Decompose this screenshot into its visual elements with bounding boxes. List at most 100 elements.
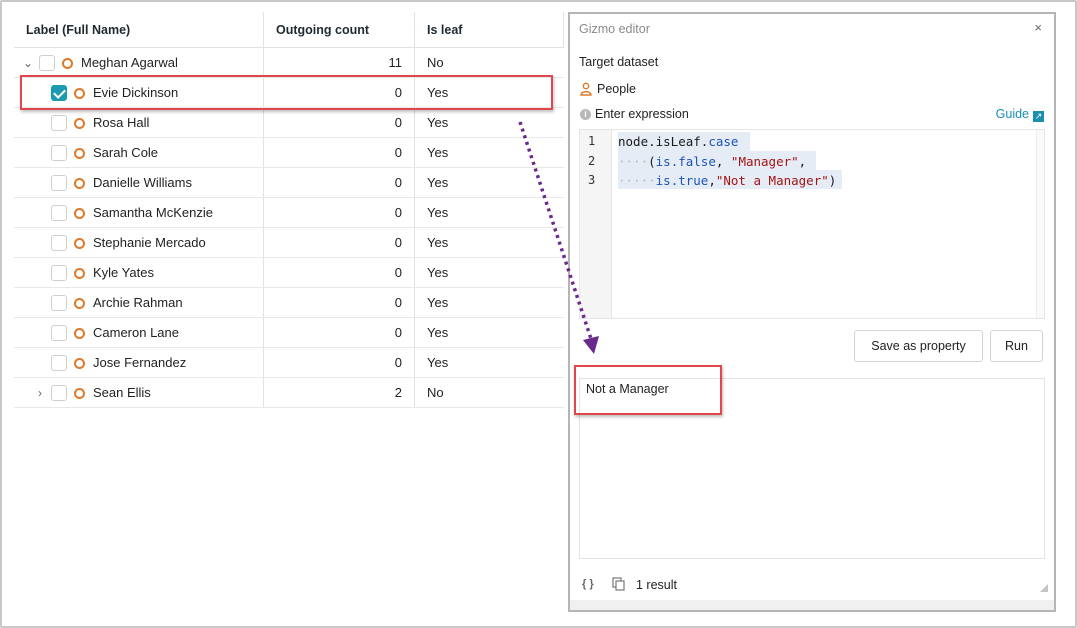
save-as-property-button[interactable]: Save as property	[854, 330, 983, 362]
row-outgoing-count: 0	[394, 295, 402, 310]
code-token: node.isLeaf.	[618, 134, 709, 149]
close-icon[interactable]: ×	[1034, 20, 1042, 35]
row-label[interactable]: Archie Rahman	[93, 288, 183, 318]
gizmo-editor-panel: Gizmo editor × Target dataset People i E…	[568, 12, 1056, 612]
circle-node-icon	[74, 118, 85, 129]
code-line[interactable]: ····(is.false, "Manager",	[618, 154, 806, 169]
row-checkbox[interactable]	[51, 175, 67, 191]
row-label[interactable]: Jose Fernandez	[93, 348, 186, 378]
row-label[interactable]: Stephanie Mercado	[93, 228, 206, 258]
row-outgoing-count: 0	[394, 325, 402, 340]
code-braces-icon[interactable]: { }	[582, 578, 594, 590]
table-row[interactable]: › Sean Ellis 2 No	[14, 378, 564, 408]
code-token: "Manager"	[730, 153, 799, 169]
row-is-leaf: Yes	[427, 115, 449, 130]
row-outgoing-count: 0	[394, 265, 402, 280]
row-label[interactable]: Danielle Williams	[93, 168, 192, 198]
editor-scrollbar[interactable]	[1036, 130, 1044, 318]
column-header-is-leaf[interactable]: Is leaf	[427, 12, 462, 48]
row-outgoing-count: 0	[394, 115, 402, 130]
resize-handle[interactable]	[1040, 584, 1048, 592]
circle-node-icon	[74, 358, 85, 369]
code-line[interactable]: ·····is.true,"Not a Manager")	[618, 173, 836, 188]
circle-node-icon	[74, 148, 85, 159]
panel-title: Gizmo editor	[579, 22, 650, 36]
result-highlight	[574, 365, 722, 415]
circle-node-icon	[74, 178, 85, 189]
copy-icon[interactable]	[612, 577, 625, 591]
row-is-leaf: No	[427, 55, 444, 70]
row-checkbox[interactable]	[39, 55, 55, 71]
expression-label: Enter expression	[595, 107, 689, 121]
table-row[interactable]: Cameron Lane 0 Yes	[14, 318, 564, 348]
table-row[interactable]: Rosa Hall 0 Yes	[14, 108, 564, 138]
row-checkbox[interactable]	[51, 265, 67, 281]
row-is-leaf: Yes	[427, 355, 449, 370]
column-divider	[563, 12, 564, 48]
table-row[interactable]: Danielle Williams 0 Yes	[14, 168, 564, 198]
table-row[interactable]: Jose Fernandez 0 Yes	[14, 348, 564, 378]
row-label[interactable]: Rosa Hall	[93, 108, 149, 138]
external-link-icon: ↗	[1033, 111, 1044, 122]
info-icon: i	[580, 109, 591, 120]
results-table: Label (Full Name) Outgoing count Is leaf…	[14, 12, 564, 408]
code-token: (	[648, 153, 656, 169]
row-label[interactable]: Sean Ellis	[93, 378, 151, 408]
chevron-down-icon[interactable]: ⌄	[21, 48, 35, 78]
row-checkbox[interactable]	[51, 235, 67, 251]
row-label[interactable]: Kyle Yates	[93, 258, 154, 288]
code-token: "Not a Manager"	[715, 173, 829, 188]
row-checkbox[interactable]	[51, 205, 67, 221]
row-label[interactable]: Samantha McKenzie	[93, 198, 213, 228]
panel-footer: { } 1 result	[570, 570, 1054, 600]
row-label[interactable]: Cameron Lane	[93, 318, 179, 348]
run-button[interactable]: Run	[990, 330, 1043, 362]
row-checkbox[interactable]	[51, 355, 67, 371]
row-checkbox[interactable]	[51, 295, 67, 311]
row-is-leaf: Yes	[427, 205, 449, 220]
chevron-right-icon[interactable]: ›	[33, 378, 47, 408]
line-number: 2	[588, 153, 596, 168]
row-label[interactable]: Sarah Cole	[93, 138, 158, 168]
table-row[interactable]: ⌄ Meghan Agarwal 11 No	[14, 48, 564, 78]
selected-row-highlight	[20, 75, 553, 110]
code-token: ,	[708, 173, 716, 188]
row-outgoing-count: 0	[394, 355, 402, 370]
code-token: ,	[715, 153, 731, 169]
row-checkbox[interactable]	[51, 325, 67, 341]
row-is-leaf: Yes	[427, 265, 449, 280]
code-line[interactable]: node.isLeaf.case	[618, 134, 738, 149]
row-outgoing-count: 0	[394, 205, 402, 220]
row-outgoing-count: 0	[394, 145, 402, 160]
column-header-label[interactable]: Label (Full Name)	[26, 12, 130, 48]
line-number-gutter	[580, 130, 612, 318]
app-frame: Label (Full Name) Outgoing count Is leaf…	[0, 0, 1077, 628]
row-checkbox[interactable]	[51, 145, 67, 161]
code-token: ·····	[618, 173, 656, 188]
table-row[interactable]: Sarah Cole 0 Yes	[14, 138, 564, 168]
circle-node-icon	[74, 238, 85, 249]
row-is-leaf: Yes	[427, 325, 449, 340]
guide-link[interactable]: Guide ↗	[996, 107, 1044, 122]
column-header-outgoing-count[interactable]: Outgoing count	[276, 12, 369, 48]
circle-node-icon	[62, 58, 73, 69]
row-outgoing-count: 2	[394, 385, 402, 400]
row-outgoing-count: 0	[394, 235, 402, 250]
table-header: Label (Full Name) Outgoing count Is leaf	[14, 12, 564, 48]
row-checkbox[interactable]	[51, 385, 67, 401]
expression-editor[interactable]: 1 node.isLeaf.case 2 ····(is.false, "Manage…	[579, 129, 1045, 319]
circle-node-icon	[74, 328, 85, 339]
row-is-leaf: Yes	[427, 175, 449, 190]
row-checkbox[interactable]	[51, 115, 67, 131]
table-row[interactable]: Archie Rahman 0 Yes	[14, 288, 564, 318]
row-label[interactable]: Meghan Agarwal	[81, 48, 178, 78]
code-token: case	[708, 134, 739, 149]
table-row[interactable]: Kyle Yates 0 Yes	[14, 258, 564, 288]
table-row[interactable]: Samantha McKenzie 0 Yes	[14, 198, 564, 228]
dataset-name[interactable]: People	[597, 82, 636, 96]
row-is-leaf: No	[427, 385, 444, 400]
row-is-leaf: Yes	[427, 145, 449, 160]
table-row[interactable]: Stephanie Mercado 0 Yes	[14, 228, 564, 258]
circle-node-icon	[74, 208, 85, 219]
code-token: is.true	[655, 173, 709, 188]
